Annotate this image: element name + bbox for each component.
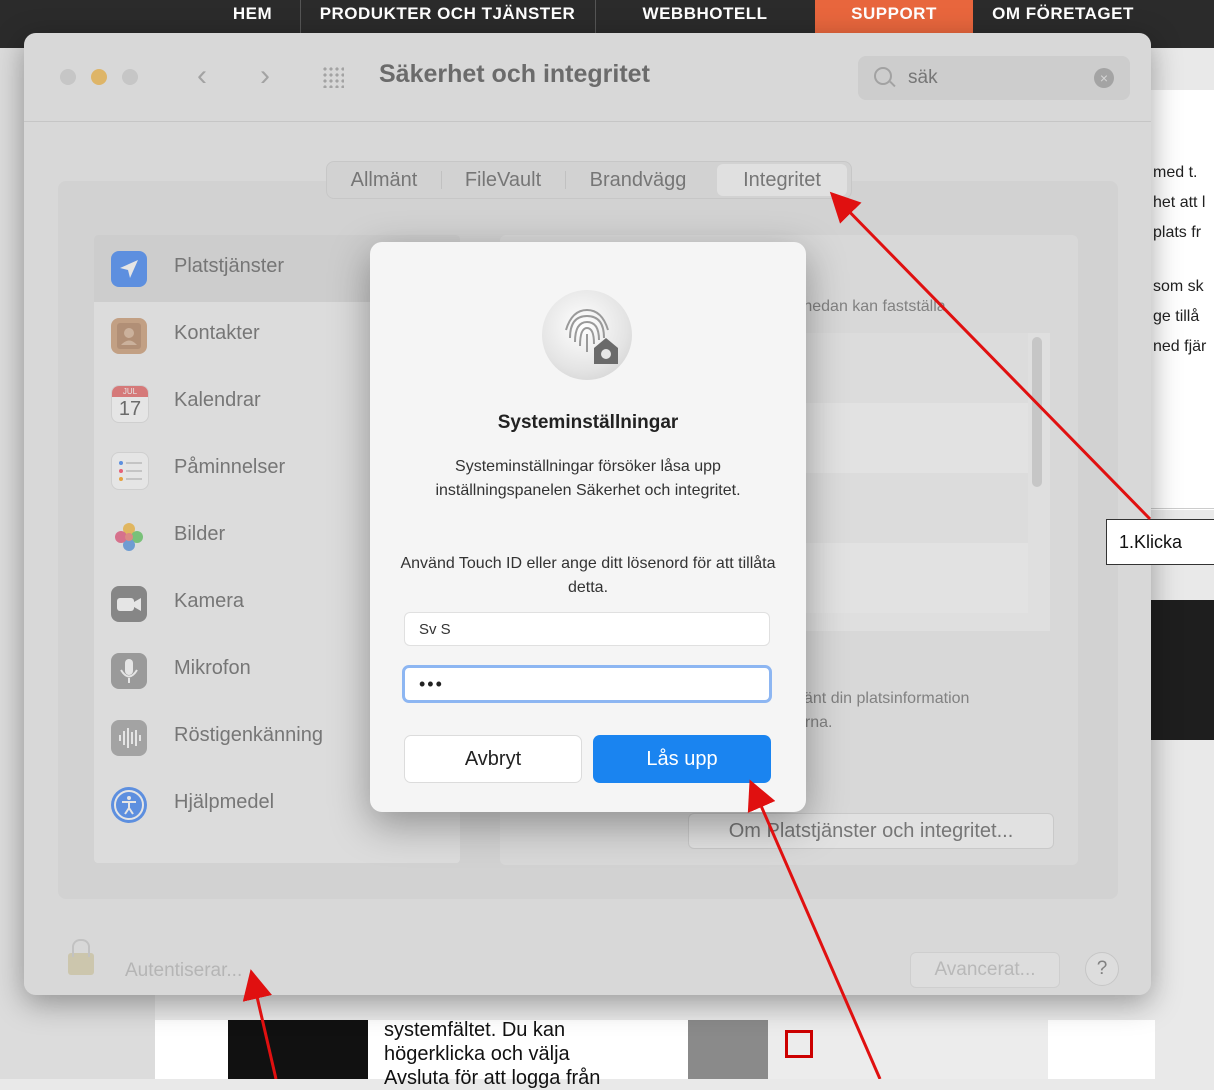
background-dark-image (228, 1020, 368, 1079)
username-field[interactable]: Sv S (404, 612, 770, 646)
touch-id-fingerprint-icon (542, 290, 632, 380)
background-page-text: med t. het att l plats fr som sk ge till… (1150, 90, 1214, 510)
bg-text-line: med t. (1153, 164, 1198, 181)
background-gray-block (688, 1020, 768, 1079)
dialog-message: Systeminställningar försöker låsa upp in… (435, 458, 741, 499)
unlock-button[interactable]: Lås upp (593, 735, 771, 783)
annotation-callout: 1.Klicka (1106, 519, 1214, 565)
bg-text-line: plats fr (1153, 224, 1202, 241)
bg-text-line: ge tillå (1153, 308, 1200, 325)
authentication-dialog: Systeminställningar Systeminställningar … (370, 242, 806, 812)
cancel-button[interactable]: Avbryt (404, 735, 582, 783)
bg-text-line: som sk (1153, 278, 1204, 295)
bg-text-line: ned fjär (1153, 338, 1207, 355)
password-field[interactable]: ••• (402, 665, 772, 703)
background-dark-image (1150, 600, 1214, 740)
bg-text-line: het att l (1153, 194, 1206, 211)
background-bottom-text: systemfältet. Du kan högerklicka och väl… (384, 1019, 601, 1089)
dialog-title: Systeminställningar (497, 412, 679, 433)
dialog-instruction: Använd Touch ID eller ange ditt lösenord… (400, 555, 776, 596)
windows-icon (785, 1030, 813, 1058)
